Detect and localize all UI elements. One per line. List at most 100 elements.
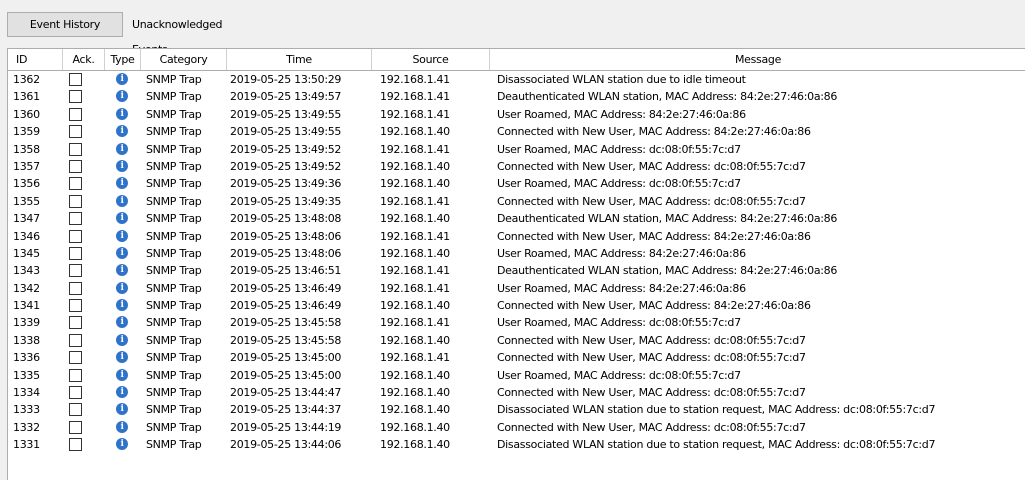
table-row[interactable]: 1336 i SNMP Trap 2019-05-25 13:45:00 192.168…	[8, 349, 1025, 366]
cell-source: 192.168.1.40	[380, 159, 450, 173]
ack-checkbox[interactable]	[69, 386, 82, 400]
cell-id: 1356	[13, 177, 40, 191]
info-icon: i	[116, 316, 128, 329]
ack-checkbox[interactable]	[69, 420, 82, 434]
table-row[interactable]: 1362 i SNMP Trap 2019-05-25 13:50:29 192.168…	[8, 71, 1025, 88]
cell-id: 1360	[13, 107, 40, 121]
ack-checkbox[interactable]	[69, 299, 82, 313]
cell-time: 2019-05-25 13:46:49	[230, 299, 342, 313]
table-row[interactable]: 1343 i SNMP Trap 2019-05-25 13:46:51 192.168…	[8, 262, 1025, 279]
cell-message: Connected with New User, MAC Address: dc…	[497, 386, 806, 400]
cell-type: i	[116, 436, 130, 453]
cell-id: 1346	[13, 229, 40, 243]
cell-id: 1343	[13, 264, 40, 278]
ack-checkbox[interactable]	[69, 368, 82, 382]
ack-checkbox-cell	[69, 280, 84, 297]
table-row[interactable]: 1338 i SNMP Trap 2019-05-25 13:45:58 192.168…	[8, 332, 1025, 349]
cell-message: User Roamed, MAC Address: 84:2e:27:46:0a…	[497, 107, 746, 121]
table-row[interactable]: 1334 i SNMP Trap 2019-05-25 13:44:47 192.168…	[8, 384, 1025, 401]
table-row[interactable]: 1341 i SNMP Trap 2019-05-25 13:46:49 192.168…	[8, 297, 1025, 314]
table-row[interactable]: 1331 i SNMP Trap 2019-05-25 13:44:06 192.168…	[8, 436, 1025, 453]
ack-checkbox[interactable]	[69, 159, 82, 173]
cell-category: SNMP Trap	[146, 229, 202, 243]
info-icon: i	[116, 142, 128, 155]
cell-source: 192.168.1.41	[380, 142, 450, 156]
cell-time: 2019-05-25 13:50:29	[230, 73, 342, 86]
tab-unacknowledged-events[interactable]: Unacknowledged Events	[124, 12, 264, 56]
ack-checkbox[interactable]	[69, 90, 82, 104]
ack-checkbox[interactable]	[69, 142, 82, 156]
cell-type: i	[116, 419, 130, 436]
table-row[interactable]: 1347 i SNMP Trap 2019-05-25 13:48:08 192.168…	[8, 210, 1025, 227]
column-header-source[interactable]: Source	[372, 49, 490, 70]
column-header-ack[interactable]: Ack.	[63, 49, 105, 70]
ack-checkbox[interactable]	[69, 333, 82, 347]
ack-checkbox[interactable]	[69, 264, 82, 278]
table-row[interactable]: 1335 i SNMP Trap 2019-05-25 13:45:00 192.168…	[8, 367, 1025, 384]
table-row[interactable]: 1333 i SNMP Trap 2019-05-25 13:44:37 192.168…	[8, 401, 1025, 418]
table-row[interactable]: 1332 i SNMP Trap 2019-05-25 13:44:19 192.168…	[8, 419, 1025, 436]
table-row[interactable]: 1342 i SNMP Trap 2019-05-25 13:46:49 192.168…	[8, 280, 1025, 297]
cell-type: i	[116, 297, 130, 314]
column-header-type[interactable]: Type	[105, 49, 141, 70]
cell-type: i	[116, 88, 130, 105]
cell-id: 1336	[13, 351, 40, 365]
cell-id: 1331	[13, 438, 40, 452]
cell-message: Connected with New User, MAC Address: dc…	[497, 420, 806, 434]
info-icon: i	[116, 90, 128, 103]
info-icon: i	[116, 177, 128, 190]
ack-checkbox[interactable]	[69, 125, 82, 139]
table-row[interactable]: 1355 i SNMP Trap 2019-05-25 13:49:35 192.168…	[8, 193, 1025, 210]
ack-checkbox[interactable]	[69, 246, 82, 260]
ack-checkbox[interactable]	[69, 73, 82, 86]
ack-checkbox[interactable]	[69, 403, 82, 417]
cell-id: 1361	[13, 90, 40, 104]
table-row[interactable]: 1356 i SNMP Trap 2019-05-25 13:49:36 192.168…	[8, 175, 1025, 192]
cell-message: User Roamed, MAC Address: 84:2e:27:46:0a…	[497, 246, 746, 260]
ack-checkbox[interactable]	[69, 107, 82, 121]
tab-event-history[interactable]: Event History	[7, 12, 123, 37]
table-row[interactable]: 1357 i SNMP Trap 2019-05-25 13:49:52 192.168…	[8, 158, 1025, 175]
cell-category: SNMP Trap	[146, 142, 202, 156]
table-row[interactable]: 1345 i SNMP Trap 2019-05-25 13:48:06 192.168…	[8, 245, 1025, 262]
column-header-category[interactable]: Category	[141, 49, 227, 70]
column-header-id[interactable]: ID	[8, 49, 63, 70]
table-row[interactable]: 1358 i SNMP Trap 2019-05-25 13:49:52 192.168…	[8, 141, 1025, 158]
ack-checkbox[interactable]	[69, 212, 82, 226]
cell-type: i	[116, 332, 130, 349]
cell-source: 192.168.1.41	[380, 264, 450, 278]
ack-checkbox[interactable]	[69, 316, 82, 330]
cell-type: i	[116, 280, 130, 297]
table-row[interactable]: 1360 i SNMP Trap 2019-05-25 13:49:55 192.168…	[8, 106, 1025, 123]
cell-source: 192.168.1.40	[380, 368, 450, 382]
cell-id: 1339	[13, 316, 40, 330]
cell-time: 2019-05-25 13:49:36	[230, 177, 342, 191]
table-row[interactable]: 1339 i SNMP Trap 2019-05-25 13:45:58 192.168…	[8, 314, 1025, 331]
cell-message: Connected with New User, MAC Address: 84…	[497, 229, 811, 243]
ack-checkbox[interactable]	[69, 281, 82, 295]
ack-checkbox-cell	[69, 210, 84, 227]
cell-id: 1362	[13, 73, 40, 86]
column-header-message[interactable]: Message	[490, 49, 1025, 70]
info-icon: i	[116, 386, 128, 399]
table-row[interactable]: 1361 i SNMP Trap 2019-05-25 13:49:57 192.168…	[8, 88, 1025, 105]
ack-checkbox[interactable]	[69, 194, 82, 208]
ack-checkbox-cell	[69, 401, 84, 418]
cell-message: Connected with New User, MAC Address: dc…	[497, 333, 806, 347]
column-header-time[interactable]: Time	[227, 49, 372, 70]
cell-id: 1359	[13, 125, 40, 139]
table-row[interactable]: 1359 i SNMP Trap 2019-05-25 13:49:55 192.168…	[8, 123, 1025, 140]
cell-type: i	[116, 349, 130, 366]
cell-source: 192.168.1.41	[380, 316, 450, 330]
ack-checkbox[interactable]	[69, 438, 82, 452]
ack-checkbox[interactable]	[69, 177, 82, 191]
table-row[interactable]: 1346 i SNMP Trap 2019-05-25 13:48:06 192.168…	[8, 228, 1025, 245]
ack-checkbox[interactable]	[69, 351, 82, 365]
cell-category: SNMP Trap	[146, 403, 202, 417]
cell-source: 192.168.1.41	[380, 73, 450, 86]
ack-checkbox[interactable]	[69, 229, 82, 243]
cell-source: 192.168.1.40	[380, 177, 450, 191]
cell-category: SNMP Trap	[146, 159, 202, 173]
cell-source: 192.168.1.40	[380, 125, 450, 139]
ack-checkbox-cell	[69, 332, 84, 349]
